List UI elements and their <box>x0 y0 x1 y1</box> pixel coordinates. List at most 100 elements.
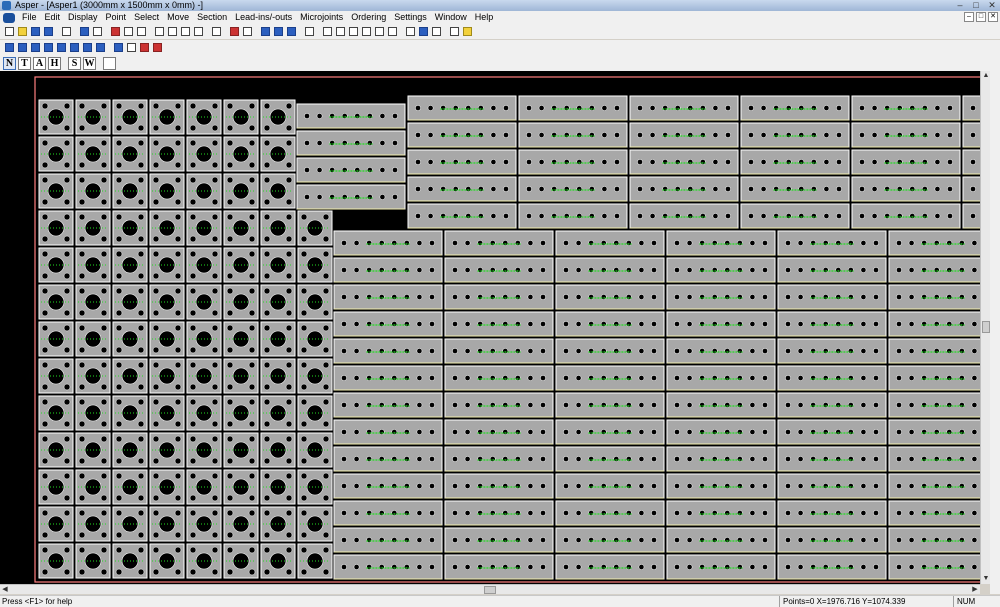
strip-part[interactable] <box>333 338 443 364</box>
dots-grid-7-icon[interactable] <box>81 42 93 54</box>
strip-part[interactable] <box>777 392 887 418</box>
first-icon[interactable] <box>112 42 124 54</box>
vertical-scroll-thumb[interactable] <box>982 321 990 333</box>
strip-part[interactable] <box>777 230 887 256</box>
strip-part[interactable] <box>888 311 992 337</box>
strip-part[interactable] <box>666 554 776 580</box>
zoom-prev-icon[interactable] <box>334 26 346 38</box>
strip-part[interactable] <box>333 230 443 256</box>
strip-part[interactable] <box>740 95 850 121</box>
square-part[interactable] <box>149 358 185 394</box>
strip-part[interactable] <box>333 554 443 580</box>
dots-grid-2-icon[interactable] <box>16 42 28 54</box>
zoom-sheet-icon[interactable] <box>360 26 372 38</box>
strip-part[interactable] <box>518 176 628 202</box>
mode-t-button[interactable]: T <box>18 56 31 70</box>
square-part[interactable] <box>38 506 74 542</box>
square-part[interactable] <box>186 136 222 172</box>
strip-part[interactable] <box>333 446 443 472</box>
strip-part[interactable] <box>555 365 665 391</box>
menu-move[interactable]: Move <box>163 11 193 24</box>
strip-part[interactable] <box>666 230 776 256</box>
square-part[interactable] <box>223 173 259 209</box>
square-part[interactable] <box>297 247 333 283</box>
mode-n-button[interactable]: N <box>3 56 16 70</box>
square-part[interactable] <box>75 247 111 283</box>
square-part[interactable] <box>186 173 222 209</box>
square-part[interactable] <box>260 247 296 283</box>
nesting-canvas[interactable] <box>0 71 992 584</box>
square-part[interactable] <box>38 432 74 468</box>
menu-help[interactable]: Help <box>471 11 498 24</box>
square-part[interactable] <box>223 136 259 172</box>
strip-part[interactable] <box>444 527 554 553</box>
square-part[interactable] <box>149 99 185 135</box>
strip-part[interactable] <box>518 95 628 121</box>
dots-grid-1-icon[interactable] <box>3 42 15 54</box>
strip-part[interactable] <box>888 500 992 526</box>
strip-part[interactable] <box>777 446 887 472</box>
strip-part[interactable] <box>777 284 887 310</box>
strip-part[interactable] <box>444 230 554 256</box>
strip-part[interactable] <box>333 257 443 283</box>
square-part[interactable] <box>112 543 148 579</box>
nest-icon[interactable] <box>417 26 429 38</box>
square-part[interactable] <box>149 506 185 542</box>
dots-grid-4-icon[interactable] <box>42 42 54 54</box>
square-part[interactable] <box>260 395 296 431</box>
square-part[interactable] <box>112 210 148 246</box>
square-part[interactable] <box>260 358 296 394</box>
zoom-all-icon[interactable] <box>347 26 359 38</box>
minimize-button[interactable]: – <box>952 0 968 11</box>
square-part[interactable] <box>186 247 222 283</box>
strip-part[interactable] <box>888 392 992 418</box>
strip-part[interactable] <box>666 473 776 499</box>
strip-part[interactable] <box>444 446 554 472</box>
strip-part[interactable] <box>296 184 406 210</box>
square-part[interactable] <box>186 506 222 542</box>
strip-part[interactable] <box>666 338 776 364</box>
strip-part[interactable] <box>666 311 776 337</box>
square-part[interactable] <box>223 358 259 394</box>
zoom-in-icon[interactable] <box>153 26 165 38</box>
square-part[interactable] <box>186 358 222 394</box>
strip-part[interactable] <box>666 284 776 310</box>
mode-s-button[interactable]: S <box>68 56 81 70</box>
circle-select-icon[interactable] <box>103 56 116 70</box>
square-part[interactable] <box>186 99 222 135</box>
menu-window[interactable]: Window <box>431 11 471 24</box>
strip-part[interactable] <box>888 473 992 499</box>
square-part[interactable] <box>75 173 111 209</box>
square-part[interactable] <box>38 469 74 505</box>
strip-part[interactable] <box>407 149 517 175</box>
strip-part[interactable] <box>629 122 739 148</box>
square-part[interactable] <box>297 506 333 542</box>
mdi-close-button[interactable]: ✕ <box>988 12 998 22</box>
square-part[interactable] <box>260 284 296 320</box>
strip-part[interactable] <box>740 203 850 229</box>
strip-part[interactable] <box>518 149 628 175</box>
strip-part[interactable] <box>888 554 992 580</box>
square-part[interactable] <box>149 469 185 505</box>
square-part[interactable] <box>260 506 296 542</box>
strip-part[interactable] <box>777 257 887 283</box>
square-part[interactable] <box>223 210 259 246</box>
square-part[interactable] <box>38 358 74 394</box>
mode-a-button[interactable]: A <box>33 56 46 70</box>
delete-part-icon[interactable] <box>135 26 147 38</box>
strip-part[interactable] <box>666 446 776 472</box>
strip-part[interactable] <box>444 500 554 526</box>
strip-part[interactable] <box>777 365 887 391</box>
strip-part[interactable] <box>777 527 887 553</box>
strip-part[interactable] <box>777 500 887 526</box>
strip-part[interactable] <box>296 103 406 129</box>
strip-part[interactable] <box>888 419 992 445</box>
strip-part[interactable] <box>518 122 628 148</box>
zoom-part-icon[interactable] <box>321 26 333 38</box>
square-part[interactable] <box>223 432 259 468</box>
square-part[interactable] <box>75 358 111 394</box>
strip-part[interactable] <box>629 176 739 202</box>
square-part[interactable] <box>186 395 222 431</box>
dots-grid-3-icon[interactable] <box>29 42 41 54</box>
add-part-icon[interactable] <box>109 26 121 38</box>
